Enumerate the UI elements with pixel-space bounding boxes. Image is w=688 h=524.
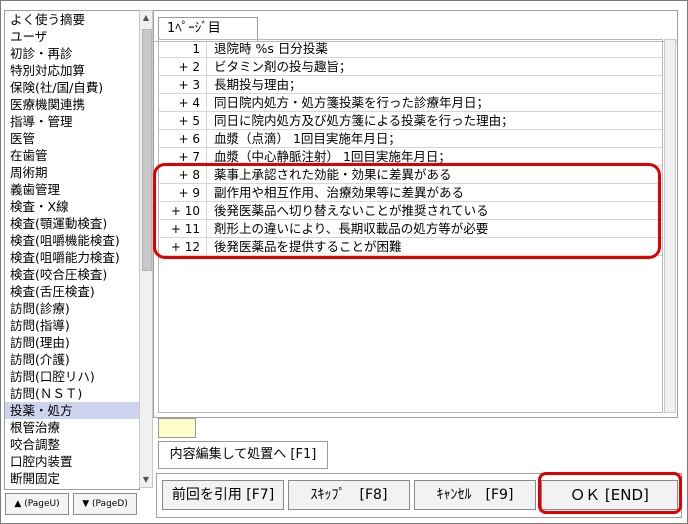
row-text: 退院時 %s 日分投薬 — [214, 41, 328, 56]
tab-strip: 1ﾍﾟｰｼﾞ目 — [154, 11, 677, 42]
summary-panel: 1ﾍﾟｰｼﾞ目 1 退院時 %s 日分投薬 + 2 ビタミン剤の投与趣旨； + 3 長期投… — [153, 10, 678, 418]
category-item[interactable]: 訪問(介護) — [5, 351, 139, 368]
category-item[interactable]: 検査・X線 — [5, 198, 139, 215]
row-number: + 2 — [159, 58, 207, 75]
summary-row[interactable]: + 2 ビタミン剤の投与趣旨； — [159, 58, 662, 76]
category-item[interactable]: 保険(社/国/自費) — [5, 79, 139, 96]
category-item[interactable]: 投薬・処方 — [5, 402, 139, 419]
scroll-up-icon[interactable]: ▲ — [140, 11, 152, 25]
category-item[interactable]: 訪問(指導) — [5, 317, 139, 334]
row-number: + 10 — [159, 202, 207, 219]
ok-button[interactable]: ＯＫ [END] — [541, 480, 678, 510]
tab-page-1[interactable]: 1ﾍﾟｰｼﾞ目 — [158, 17, 258, 41]
category-item[interactable]: 訪問(診療) — [5, 300, 139, 317]
category-item[interactable]: 在歯管 — [5, 147, 139, 164]
row-number: + 12 — [159, 238, 207, 255]
category-item[interactable]: 指導・管理 — [5, 113, 139, 130]
row-text: 同日院内処方・処方箋投薬を行った診療年月日； — [214, 95, 490, 110]
row-number: + 4 — [159, 94, 207, 111]
summary-row[interactable]: 1 退院時 %s 日分投薬 — [159, 40, 662, 58]
row-text: 副作用や相互作用、治療効果等に差異がある — [214, 185, 465, 200]
page-up-button[interactable]: ▲ (PageU) — [5, 493, 69, 515]
row-text: 血漿（点滴） 1回目実施年月日； — [214, 131, 401, 146]
row-text: 長期投与理由； — [214, 77, 302, 92]
edit-content-button[interactable]: 内容編集して処置へ [F1] — [158, 441, 328, 469]
scroll-down-icon[interactable]: ▼ — [140, 473, 152, 487]
row-number: 1 — [159, 40, 207, 57]
category-item[interactable]: 特別対応加算 — [5, 62, 139, 79]
row-number: + 7 — [159, 148, 207, 165]
summary-row[interactable]: + 7 血漿（中心静脈注射） 1回目実施年月日； — [159, 148, 662, 166]
category-item[interactable]: 周術期 — [5, 164, 139, 181]
skip-button[interactable]: ｽｷｯﾌﾟ [F8] — [288, 480, 410, 510]
row-text: 後発医薬品へ切り替えないことが推奨されている — [214, 203, 489, 218]
category-item[interactable]: 咬合調整 — [5, 436, 139, 453]
summary-row[interactable]: + 10 後発医薬品へ切り替えないことが推奨されている — [159, 202, 662, 220]
row-text: 血漿（中心静脈注射） 1回目実施年月日； — [214, 149, 451, 164]
row-number: + 6 — [159, 130, 207, 147]
row-number: + 5 — [159, 112, 207, 129]
category-item[interactable]: 義歯管理 — [5, 181, 139, 198]
category-item[interactable]: 口腔内装置 — [5, 453, 139, 470]
category-item[interactable]: 検査(咬合圧検査) — [5, 266, 139, 283]
summary-row[interactable]: + 4 同日院内処方・処方箋投薬を行った診療年月日； — [159, 94, 662, 112]
category-item[interactable]: ユーザ — [5, 28, 139, 45]
summary-row[interactable]: + 5 同日に院内処方及び処方箋による投薬を行った理由； — [159, 112, 662, 130]
summary-row[interactable]: + 11 剤形上の違いにより、長期収載品の処方等が必要 — [159, 220, 662, 238]
category-item[interactable]: 医管 — [5, 130, 139, 147]
row-number: + 9 — [159, 184, 207, 201]
summary-row[interactable]: + 9 副作用や相互作用、治療効果等に差異がある — [159, 184, 662, 202]
row-number: + 11 — [159, 220, 207, 237]
category-item[interactable]: 根管治療 — [5, 419, 139, 436]
category-item[interactable]: 医療機関連携 — [5, 96, 139, 113]
category-scrollbar[interactable]: ▲ ▼ — [139, 10, 153, 488]
row-number: + 8 — [159, 166, 207, 183]
color-swatch[interactable] — [158, 418, 196, 438]
row-text: 後発医薬品を提供することが困難 — [214, 239, 402, 254]
scrollbar-thumb[interactable] — [142, 29, 152, 271]
lines-scrollbar[interactable] — [664, 39, 676, 413]
summary-row[interactable]: + 6 血漿（点滴） 1回目実施年月日； — [159, 130, 662, 148]
category-list[interactable]: よく使う摘要 ユーザ 初診・再診 特別対応加算 保険(社/国/自費) 医療機関連携 指導・管… — [4, 10, 140, 490]
summary-row[interactable]: + 8 薬事上承認された効能・効果に差異がある — [159, 166, 662, 184]
prev-quote-button[interactable]: 前回を引用 [F7] — [162, 480, 284, 510]
row-text: 剤形上の違いにより、長期収載品の処方等が必要 — [214, 221, 489, 236]
category-item[interactable]: 訪問(口腔リハ) — [5, 368, 139, 385]
page-down-button[interactable]: ▼ (PageD) — [73, 493, 137, 515]
row-number: + 3 — [159, 76, 207, 93]
cancel-button[interactable]: ｷｬﾝｾﾙ [F9] — [414, 480, 536, 510]
category-item[interactable]: 検査(咀嚼能力検査) — [5, 249, 139, 266]
row-text: ビタミン剤の投与趣旨； — [214, 59, 352, 74]
category-item[interactable]: 訪問(ＮＳＴ) — [5, 385, 139, 402]
category-item[interactable]: 検査(舌圧検査) — [5, 283, 139, 300]
category-item[interactable]: 訪問(理由) — [5, 334, 139, 351]
summary-lines: 1 退院時 %s 日分投薬 + 2 ビタミン剤の投与趣旨； + 3 長期投与理由； + 4 同… — [158, 39, 663, 413]
category-item[interactable]: 断開固定 — [5, 470, 139, 487]
category-item[interactable]: 初診・再診 — [5, 45, 139, 62]
category-item[interactable]: 検査(顎運動検査) — [5, 215, 139, 232]
row-text: 同日に院内処方及び処方箋による投薬を行った理由； — [214, 113, 514, 128]
category-item[interactable]: 検査(咀嚼機能検査) — [5, 232, 139, 249]
summary-row[interactable]: + 12 後発医薬品を提供することが困難 — [159, 238, 662, 256]
row-text: 薬事上承認された効能・効果に差異がある — [214, 167, 452, 182]
category-item[interactable]: よく使う摘要 — [5, 11, 139, 28]
summary-row[interactable]: + 3 長期投与理由； — [159, 76, 662, 94]
